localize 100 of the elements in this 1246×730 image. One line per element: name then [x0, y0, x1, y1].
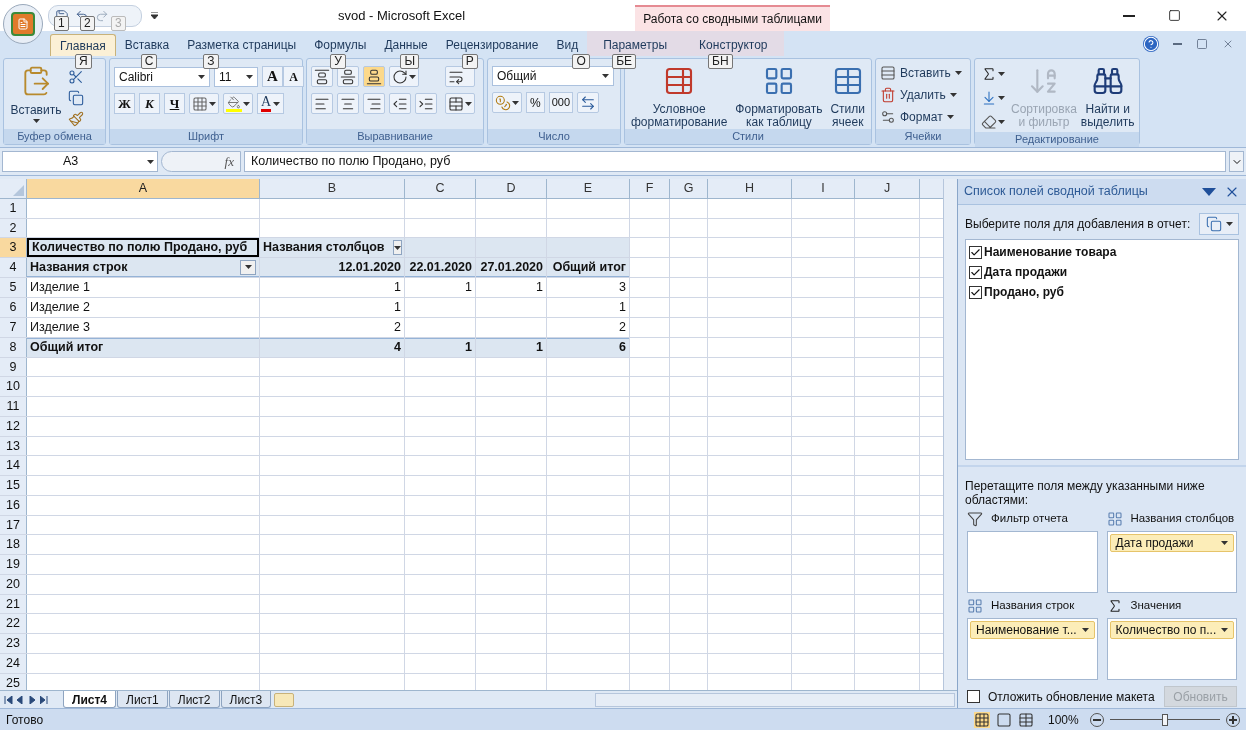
column-header[interactable]: F: [630, 179, 670, 198]
column-header[interactable]: E: [547, 179, 630, 198]
column-header[interactable]: C: [405, 179, 476, 198]
font-size-field[interactable]: 11: [214, 66, 258, 87]
area-field-button[interactable]: Наименование т...: [970, 621, 1095, 639]
row-header[interactable]: 5: [0, 278, 27, 297]
cells-button[interactable]: Вставить: [880, 63, 962, 82]
orientation-button[interactable]: [389, 66, 419, 87]
row-header[interactable]: 19: [0, 555, 27, 574]
checkbox[interactable]: [967, 690, 980, 703]
expand-formula-button[interactable]: [1229, 151, 1244, 172]
borders-icon: [192, 95, 208, 112]
align-center-button[interactable]: [337, 93, 359, 114]
currency-button[interactable]: [492, 92, 522, 113]
bold-button[interactable]: Ж: [114, 93, 135, 114]
ribbon-tab[interactable]: Разметка страницы: [178, 34, 306, 56]
decrease-indent-button[interactable]: [389, 93, 411, 114]
slider-thumb[interactable]: [1162, 713, 1168, 726]
thousands-button[interactable]: 000: [548, 92, 574, 113]
row-header[interactable]: 18: [0, 535, 27, 554]
column-header[interactable]: B: [260, 179, 405, 198]
borders-button[interactable]: [189, 93, 219, 114]
column-header[interactable]: G: [670, 179, 708, 198]
field-checkbox-row[interactable]: Дата продажи: [969, 263, 1235, 281]
checkbox[interactable]: [969, 265, 982, 279]
dropdown-arrow-icon[interactable]: [1202, 187, 1216, 196]
column-header[interactable]: J: [855, 179, 920, 198]
row-header[interactable]: 23: [0, 634, 27, 653]
field-checkbox-row[interactable]: Наименование товара: [969, 243, 1235, 261]
font-name-field[interactable]: Calibri: [114, 66, 210, 87]
formula-field[interactable]: Количество по полю Продано, руб: [244, 151, 1226, 172]
sheet-tab[interactable]: Лист4: [63, 691, 117, 708]
percent-button[interactable]: %: [526, 92, 545, 113]
increase-indent-button[interactable]: [415, 93, 437, 114]
number-format-field[interactable]: Общий: [492, 66, 614, 86]
paste-button[interactable]: Вставить: [8, 61, 64, 123]
column-header[interactable]: D: [476, 179, 547, 198]
ribbon-tab[interactable]: Вид: [547, 34, 588, 56]
italic-button[interactable]: К: [139, 93, 160, 114]
column-header[interactable]: I: [792, 179, 855, 198]
column-header-value: 22.01.2020: [405, 258, 475, 278]
row-header[interactable]: 22: [0, 614, 27, 633]
defer-label: Отложить обновление макета: [988, 688, 1156, 706]
underline-button[interactable]: Ч: [164, 93, 185, 114]
office-button[interactable]: [3, 4, 43, 44]
ribbon-tab[interactable]: Данные: [375, 34, 437, 56]
insert-function-button[interactable]: fx: [224, 151, 234, 172]
layout-button[interactable]: [1199, 213, 1239, 235]
window-title: svod - Microsoft Excel: [338, 6, 466, 25]
cells-button[interactable]: Удалить: [880, 85, 962, 104]
grow-font-button[interactable]: A: [262, 66, 283, 87]
ribbon-tab[interactable]: Рецензирование: [436, 34, 548, 56]
sheet-tab[interactable]: Лист1: [117, 691, 168, 708]
ribbon-tab[interactable]: Вставка: [115, 34, 179, 56]
styles-button[interactable]: Форматировать как таблицу: [733, 61, 825, 129]
fill-color-button[interactable]: [223, 93, 253, 114]
row-header[interactable]: 4: [0, 258, 27, 278]
filter-dropdown[interactable]: [240, 259, 256, 275]
cells-button[interactable]: Формат: [880, 107, 962, 126]
customize-arrow-icon[interactable]: [151, 12, 158, 19]
insert-rows-icon: [880, 64, 896, 81]
field-checkbox-row[interactable]: Продано, руб: [969, 283, 1235, 301]
wrap-text-button[interactable]: [445, 66, 475, 87]
name-box[interactable]: A3: [2, 151, 158, 172]
caret-icon: [1081, 628, 1089, 632]
row-header[interactable]: 15: [0, 476, 27, 495]
checkbox[interactable]: [969, 245, 982, 259]
align-right-button[interactable]: [363, 93, 385, 114]
caret-icon: [998, 119, 1005, 124]
area-field-button[interactable]: Количество по п...: [1109, 621, 1234, 639]
styles-button[interactable]: Стили ячеек: [828, 61, 867, 129]
ribbon-tab[interactable]: Формулы: [305, 34, 376, 56]
align-bottom-button[interactable]: [363, 66, 385, 87]
column-header[interactable]: H: [708, 179, 792, 198]
checkbox[interactable]: [969, 285, 982, 299]
font-color-button[interactable]: A: [257, 93, 285, 114]
group-label: Редактирование: [1015, 132, 1099, 148]
zoom-slider[interactable]: [1110, 712, 1220, 727]
find-select-button[interactable]: Найти и выделить: [1080, 61, 1135, 129]
column-header[interactable]: A: [27, 179, 260, 198]
merge-button[interactable]: [445, 93, 475, 114]
row-header[interactable]: 3: [0, 238, 27, 258]
row-header[interactable]: 6: [0, 298, 27, 317]
horizontal-scrollbar[interactable]: [595, 692, 955, 707]
sheet-tab[interactable]: Лист3: [220, 691, 272, 708]
align-left-button[interactable]: [311, 93, 333, 114]
area-field-button[interactable]: Дата продажи: [1109, 534, 1234, 552]
align-top-button[interactable]: [311, 66, 333, 87]
sheet-tab[interactable]: Лист2: [168, 691, 220, 708]
row-header[interactable]: 14: [0, 456, 27, 475]
ribbon-tab[interactable]: Главная: [50, 34, 116, 56]
row-header[interactable]: 10: [0, 377, 27, 396]
group-label: Стили: [732, 129, 764, 145]
align-middle-button[interactable]: [337, 66, 359, 87]
shrink-font-button[interactable]: A: [283, 66, 304, 87]
decimal-button[interactable]: [577, 92, 600, 113]
filter-dropdown[interactable]: [392, 240, 402, 256]
row-header[interactable]: 11: [0, 397, 27, 416]
vertical-scrollbar[interactable]: [943, 179, 957, 690]
area-title: Названия строк: [991, 598, 1075, 614]
